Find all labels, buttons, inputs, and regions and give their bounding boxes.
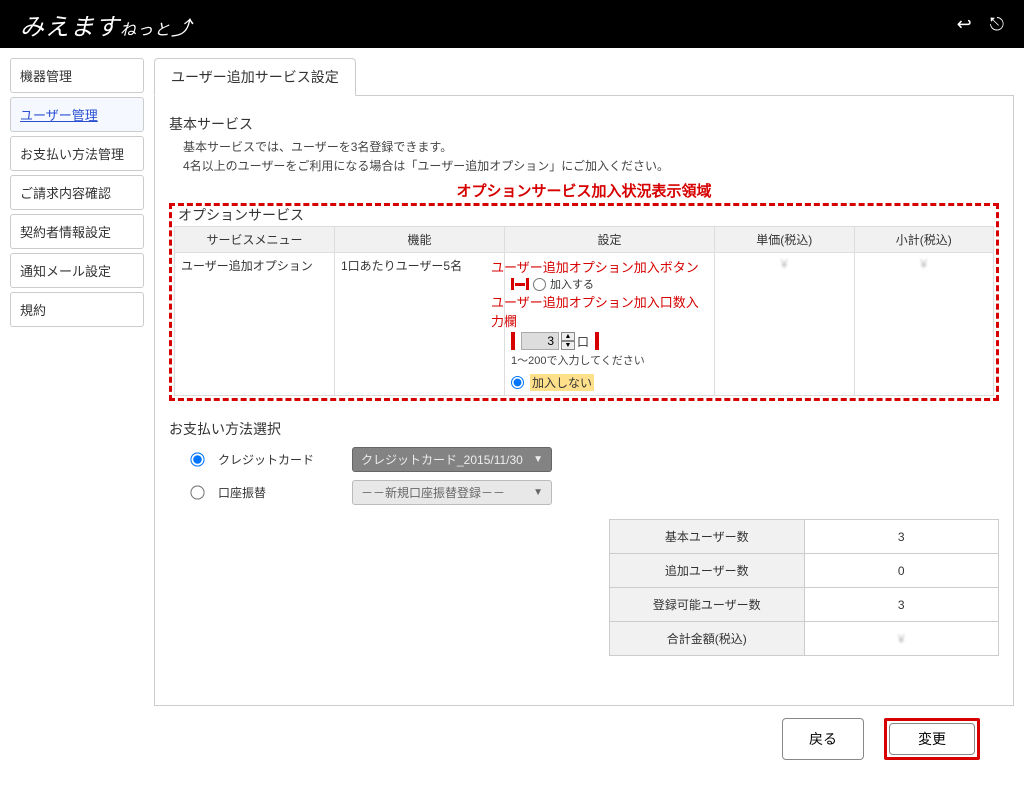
qty-unit: 口: [577, 333, 589, 350]
subtotal: ¥: [920, 257, 927, 271]
annotation-join-button: ユーザー追加オプション加入ボタン: [491, 257, 708, 276]
logout-icon[interactable]: ⎋: [990, 14, 1004, 35]
sidebar-item-contract[interactable]: 契約者情報設定: [10, 214, 144, 249]
app-logo: みえますねっと⤴: [20, 7, 192, 42]
sidebar-item-terms[interactable]: 規約: [10, 292, 144, 327]
cell-service-name: ユーザー追加オプション: [175, 253, 335, 396]
qty-hint: 1～200で入力してください: [511, 352, 708, 368]
qty-step-up[interactable]: ▲: [561, 332, 575, 341]
summary-value-0: 3: [804, 520, 999, 554]
select-credit-card[interactable]: クレジットカード_2015/11/30▼: [352, 447, 552, 472]
label-bank: 口座振替: [218, 484, 338, 501]
radio-credit[interactable]: [190, 453, 204, 467]
col-setting: 設定: [505, 227, 715, 253]
summary-value-1: 0: [804, 554, 999, 588]
radio-not-join[interactable]: [511, 376, 524, 389]
radio-bank[interactable]: [190, 486, 204, 500]
sidebar-item-users[interactable]: ユーザー管理: [10, 97, 144, 132]
col-subtotal: 小計(税込): [854, 227, 994, 253]
sidebar-item-payment[interactable]: お支払い方法管理: [10, 136, 144, 171]
label-not-join: 加入しない: [530, 374, 594, 391]
summary-label-1: 追加ユーザー数: [610, 554, 805, 588]
label-join: 加入する: [550, 276, 594, 292]
summary-table: 基本ユーザー数3 追加ユーザー数0 登録可能ユーザー数3 合計金額(税込)¥: [609, 519, 999, 656]
callout-bracket-icon: [511, 278, 529, 290]
basic-service-title: 基本サービス: [169, 114, 999, 134]
option-service-area: オプションサービス サービスメニュー 機能 設定 単価(税込) 小計(税込) ユ…: [169, 203, 999, 401]
col-function: 機能: [335, 227, 505, 253]
tab-user-add-service[interactable]: ユーザー追加サービス設定: [154, 58, 356, 96]
annotation-qty-input: ユーザー追加オプション加入口数入力欄: [491, 292, 708, 330]
reply-icon[interactable]: ↩: [957, 14, 972, 35]
col-service-menu: サービスメニュー: [175, 227, 335, 253]
summary-value-2: 3: [804, 588, 999, 622]
sidebar-item-mail[interactable]: 通知メール設定: [10, 253, 144, 288]
sidebar-item-devices[interactable]: 機器管理: [10, 58, 144, 93]
submit-highlight: 変更: [884, 718, 980, 760]
summary-label-0: 基本ユーザー数: [610, 520, 805, 554]
back-button[interactable]: 戻る: [782, 718, 864, 760]
sidebar-item-billing[interactable]: ご請求内容確認: [10, 175, 144, 210]
qty-step-down[interactable]: ▼: [561, 341, 575, 350]
qty-input[interactable]: [521, 332, 559, 350]
radio-join[interactable]: [533, 278, 546, 291]
summary-value-3: ¥: [804, 622, 999, 656]
col-unit-price: 単価(税込): [715, 227, 855, 253]
basic-service-desc2: 4名以上のユーザーをご利用になる場合は「ユーザー追加オプション」にご加入ください…: [169, 157, 999, 176]
summary-label-2: 登録可能ユーザー数: [610, 588, 805, 622]
option-service-title: オプションサービス: [178, 205, 304, 225]
label-credit: クレジットカード: [218, 451, 338, 468]
select-bank-account[interactable]: －－新規口座振替登録－－▼: [352, 480, 552, 505]
cell-function: 1口あたりユーザー5名: [335, 253, 505, 396]
payment-title: お支払い方法選択: [169, 419, 999, 439]
basic-service-desc1: 基本サービスでは、ユーザーを3名登録できます。: [169, 138, 999, 157]
unit-price: ¥: [781, 257, 788, 271]
sidebar: 機器管理 ユーザー管理 お支払い方法管理 ご請求内容確認 契約者情報設定 通知メ…: [10, 58, 144, 778]
submit-button[interactable]: 変更: [889, 723, 975, 755]
annotation-area-label: オプションサービス加入状況表示領域: [169, 180, 999, 201]
summary-label-3: 合計金額(税込): [610, 622, 805, 656]
